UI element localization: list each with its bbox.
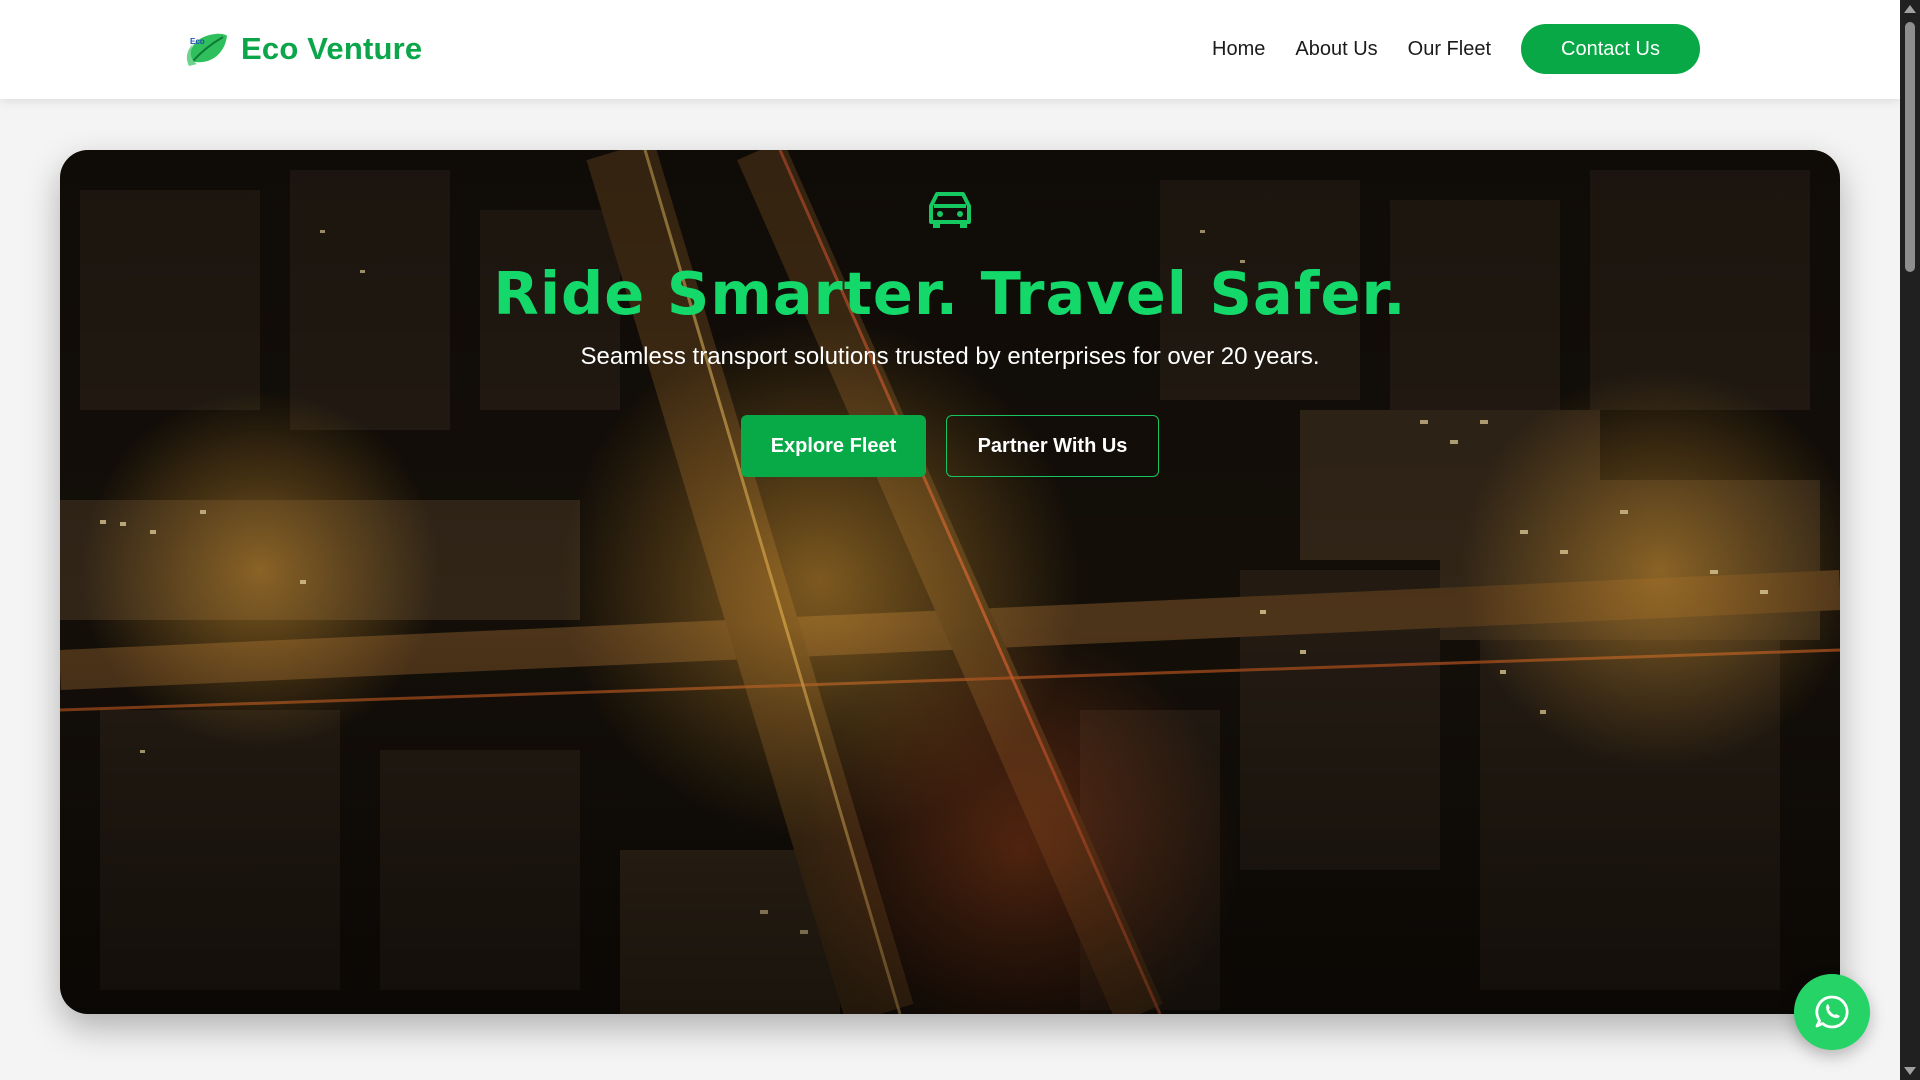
hero-actions: Explore Fleet Partner With Us [60,415,1840,477]
car-icon [929,192,971,228]
nav-about-us[interactable]: About Us [1295,38,1377,61]
scrollbar[interactable] [1900,0,1920,1080]
contact-us-button[interactable]: Contact Us [1521,24,1700,74]
nav-our-fleet[interactable]: Our Fleet [1408,38,1491,61]
brand[interactable]: Eco Eco Venture [183,28,422,70]
leaf-icon: Eco [186,33,227,66]
scrollbar-thumb[interactable] [1905,22,1915,272]
site-header: Eco Eco Venture Home About Us Our Fleet … [0,0,1900,99]
logo-text: Eco [190,37,205,46]
partner-with-us-button[interactable]: Partner With Us [946,415,1159,477]
explore-fleet-button[interactable]: Explore Fleet [741,415,926,477]
scroll-down-arrow-icon[interactable] [1904,1067,1916,1075]
scroll-up-arrow-icon[interactable] [1904,5,1916,13]
whatsapp-button[interactable] [1794,974,1870,1050]
hero-title: Ride Smarter. Travel Safer. [493,259,1407,328]
hero-subtitle: Seamless transport solutions trusted by … [580,343,1320,370]
whatsapp-icon [1815,995,1849,1029]
main-nav: Home About Us Our Fleet Contact Us [1212,24,1700,74]
brand-name: Eco Venture [241,31,423,66]
nav-home[interactable]: Home [1212,38,1265,61]
hero-section: Ride Smarter. Travel Safer. Seamless tra… [60,150,1840,1014]
